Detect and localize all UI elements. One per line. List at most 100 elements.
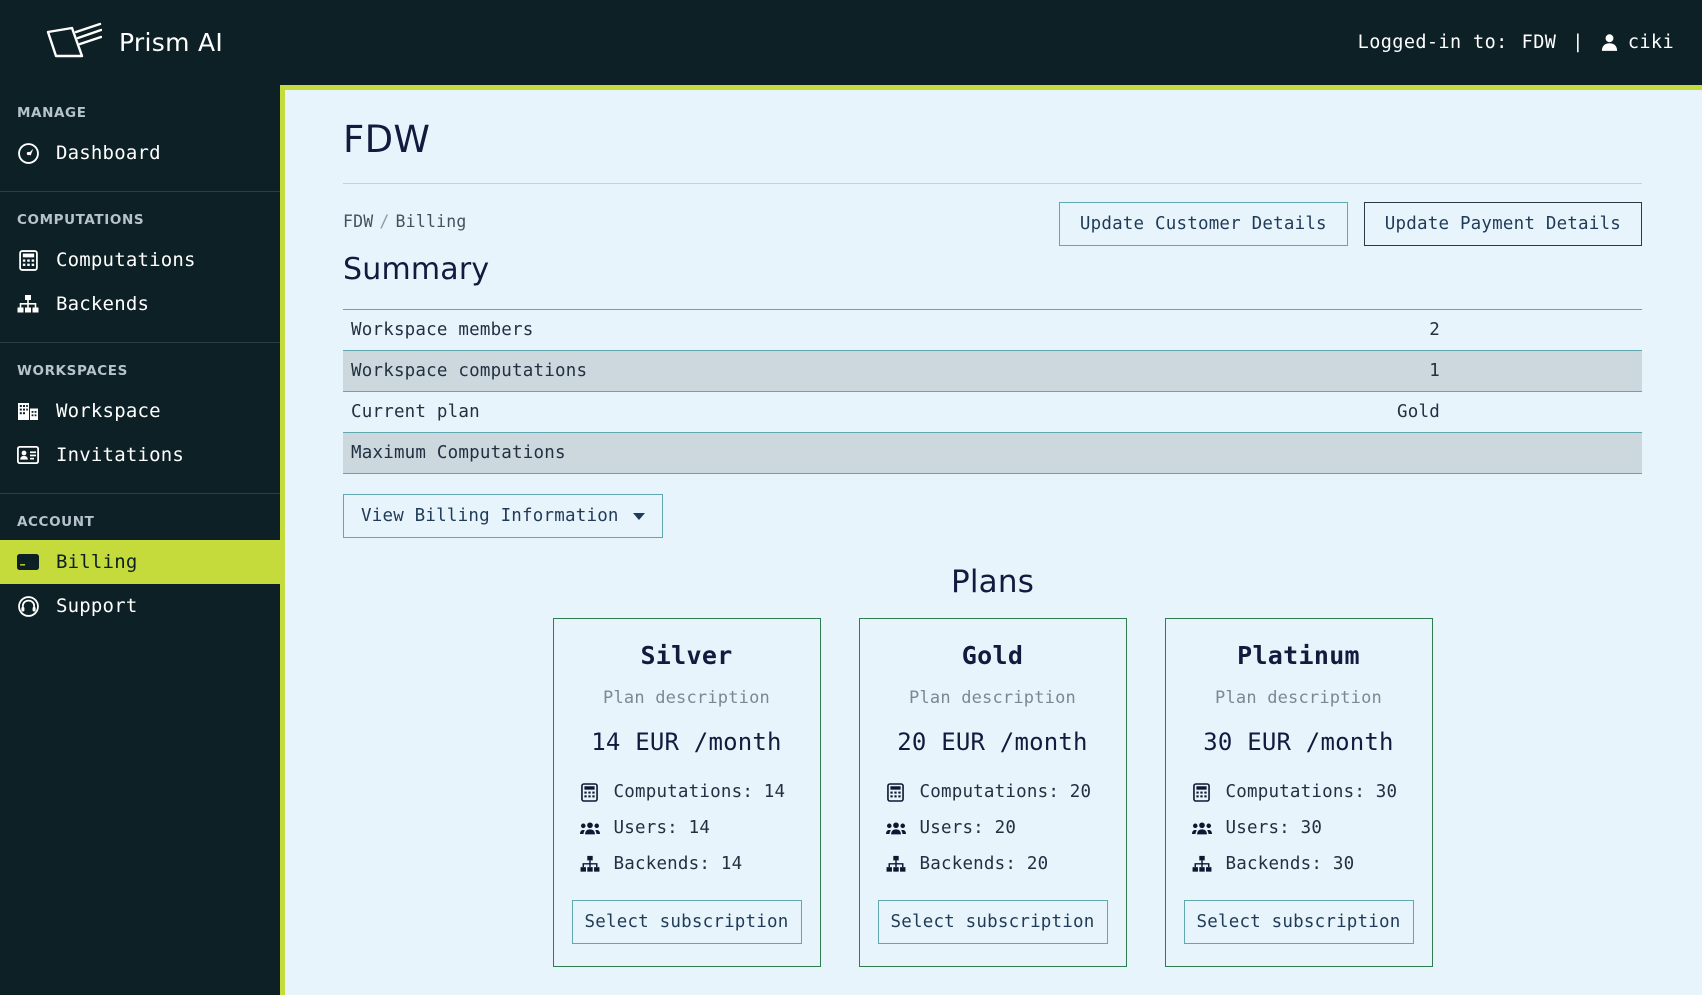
summary-heading: Summary [343, 252, 490, 287]
calculator-icon [1192, 782, 1212, 802]
breadcrumb: FDW / Billing [343, 202, 466, 231]
list-item: Backends: 14 [572, 854, 802, 874]
body-row: MANAGE Dashboard COMPUTATIONS Computatio… [0, 85, 1702, 995]
sidebar-item-label-billing: Billing [56, 551, 138, 573]
summary-label: Current plan [351, 402, 480, 422]
summary-label: Workspace members [351, 320, 534, 340]
plan-card-silver: Silver Plan description 14 EUR /month Co… [552, 618, 821, 967]
view-billing-information-label: View Billing Information [361, 506, 619, 526]
list-item: Computations: 20 [878, 782, 1108, 802]
sidebar-item-dashboard[interactable]: Dashboard [0, 131, 280, 175]
select-subscription-button[interactable]: Select subscription [877, 900, 1108, 944]
plan-feature-text: Computations: 14 [613, 782, 786, 802]
sidebar-item-label-backends: Backends [56, 293, 150, 315]
list-item: Backends: 30 [1184, 854, 1414, 874]
nav-group-workspaces: WORKSPACES Workspace Invitations [0, 343, 280, 494]
summary-table: Workspace members 2 Workspace computatio… [343, 309, 1642, 474]
summary-value: Gold [1397, 402, 1440, 422]
sidebar: MANAGE Dashboard COMPUTATIONS Computatio… [0, 85, 285, 995]
plan-feature-list: Computations: 30 Users: 30 Backends: 30 [1184, 782, 1414, 874]
plan-name: Platinum [1237, 641, 1360, 670]
nav-group-manage: MANAGE Dashboard [0, 85, 280, 192]
sitemap-icon [1192, 854, 1212, 874]
current-workspace[interactable]: FDW [1522, 32, 1557, 53]
plan-feature-text: Backends: 14 [613, 854, 743, 874]
top-bar: Prism AI Logged-in to: FDW | ciki [0, 0, 1702, 85]
plan-card-gold: Gold Plan description 20 EUR /month Comp… [858, 618, 1127, 967]
table-row: Workspace computations 1 [343, 350, 1642, 392]
table-row: Maximum Computations [343, 432, 1642, 474]
sidebar-item-billing[interactable]: Billing [0, 540, 280, 584]
prism-logo-icon [46, 22, 102, 64]
summary-label: Workspace computations [351, 361, 588, 381]
users-icon [1191, 818, 1212, 838]
plan-name: Gold [961, 641, 1024, 670]
plan-feature-list: Computations: 14 Users: 14 Backends: 14 [572, 782, 802, 874]
calculator-icon [886, 782, 906, 802]
view-billing-information-dropdown[interactable]: View Billing Information [343, 494, 663, 538]
sidebar-item-workspace[interactable]: Workspace [0, 389, 280, 433]
page-title: FDW [343, 118, 431, 161]
update-payment-details-button[interactable]: Update Payment Details [1363, 202, 1642, 246]
plan-price: 20 EUR /month [897, 728, 1088, 756]
breadcrumb-root[interactable]: FDW [343, 212, 373, 231]
summary-value: 2 [1429, 320, 1440, 340]
summary-value [992, 433, 1642, 474]
brand-name: Prism AI [119, 28, 224, 57]
users-icon [579, 818, 600, 838]
sidebar-item-label-workspace: Workspace [56, 400, 161, 422]
sidebar-item-label-computations: Computations [56, 249, 196, 271]
nav-group-title-manage: MANAGE [17, 105, 87, 121]
sidebar-item-computations[interactable]: Computations [0, 238, 280, 282]
calculator-icon [17, 249, 39, 271]
select-subscription-button[interactable]: Select subscription [1183, 900, 1414, 944]
list-item: Users: 14 [572, 818, 802, 838]
nav-group-title-workspaces: WORKSPACES [17, 363, 128, 379]
user-icon [1600, 33, 1619, 52]
plan-feature-text: Users: 14 [613, 818, 711, 838]
nav-group-account: ACCOUNT Billing Support [0, 494, 280, 644]
sidebar-item-label-dashboard: Dashboard [56, 142, 161, 164]
topbar-separator: | [1572, 32, 1584, 53]
list-item: Computations: 30 [1184, 782, 1414, 802]
sidebar-item-support[interactable]: Support [0, 584, 280, 628]
id-card-icon [17, 444, 39, 466]
sidebar-item-invitations[interactable]: Invitations [0, 433, 280, 477]
select-subscription-button[interactable]: Select subscription [571, 900, 802, 944]
users-icon [885, 818, 906, 838]
plan-feature-text: Backends: 20 [919, 854, 1049, 874]
breadcrumb-and-actions: FDW / Billing Update Customer Details Upda… [343, 202, 1642, 246]
sidebar-item-label-support: Support [56, 595, 138, 617]
sitemap-icon [886, 854, 906, 874]
plan-description: Plan description [909, 688, 1076, 708]
plan-feature-text: Computations: 30 [1225, 782, 1398, 802]
sitemap-icon [580, 854, 600, 874]
chevron-down-icon [632, 512, 645, 520]
user-menu[interactable]: ciki [1600, 32, 1674, 53]
plan-feature-text: Users: 30 [1225, 818, 1323, 838]
plans-row: Silver Plan description 14 EUR /month Co… [343, 618, 1642, 967]
table-row: Workspace members 2 [343, 309, 1642, 351]
title-divider [343, 183, 1642, 184]
list-item: Backends: 20 [878, 854, 1108, 874]
plan-price: 30 EUR /month [1203, 728, 1394, 756]
brand[interactable]: Prism AI [46, 22, 223, 64]
plan-price: 14 EUR /month [591, 728, 782, 756]
calculator-icon [580, 782, 600, 802]
table-row: Current plan Gold [343, 391, 1642, 433]
update-customer-details-button[interactable]: Update Customer Details [1058, 202, 1348, 246]
app-root: Prism AI Logged-in to: FDW | ciki MANAGE… [0, 0, 1702, 995]
plan-feature-text: Backends: 30 [1225, 854, 1355, 874]
top-actions: Update Customer Details Update Payment D… [1058, 202, 1642, 246]
plan-feature-list: Computations: 20 Users: 20 Backends: 20 [878, 782, 1108, 874]
plans-heading: Plans [950, 564, 1035, 600]
topbar-right: Logged-in to: FDW | ciki [1358, 32, 1674, 53]
plan-feature-text: Computations: 20 [919, 782, 1092, 802]
sitemap-icon [17, 293, 39, 315]
list-item: Users: 30 [1184, 818, 1414, 838]
summary-label: Maximum Computations [351, 443, 566, 463]
plan-name: Silver [640, 641, 733, 670]
headset-icon [17, 595, 39, 617]
plan-description: Plan description [603, 688, 770, 708]
sidebar-item-backends[interactable]: Backends [0, 282, 280, 326]
